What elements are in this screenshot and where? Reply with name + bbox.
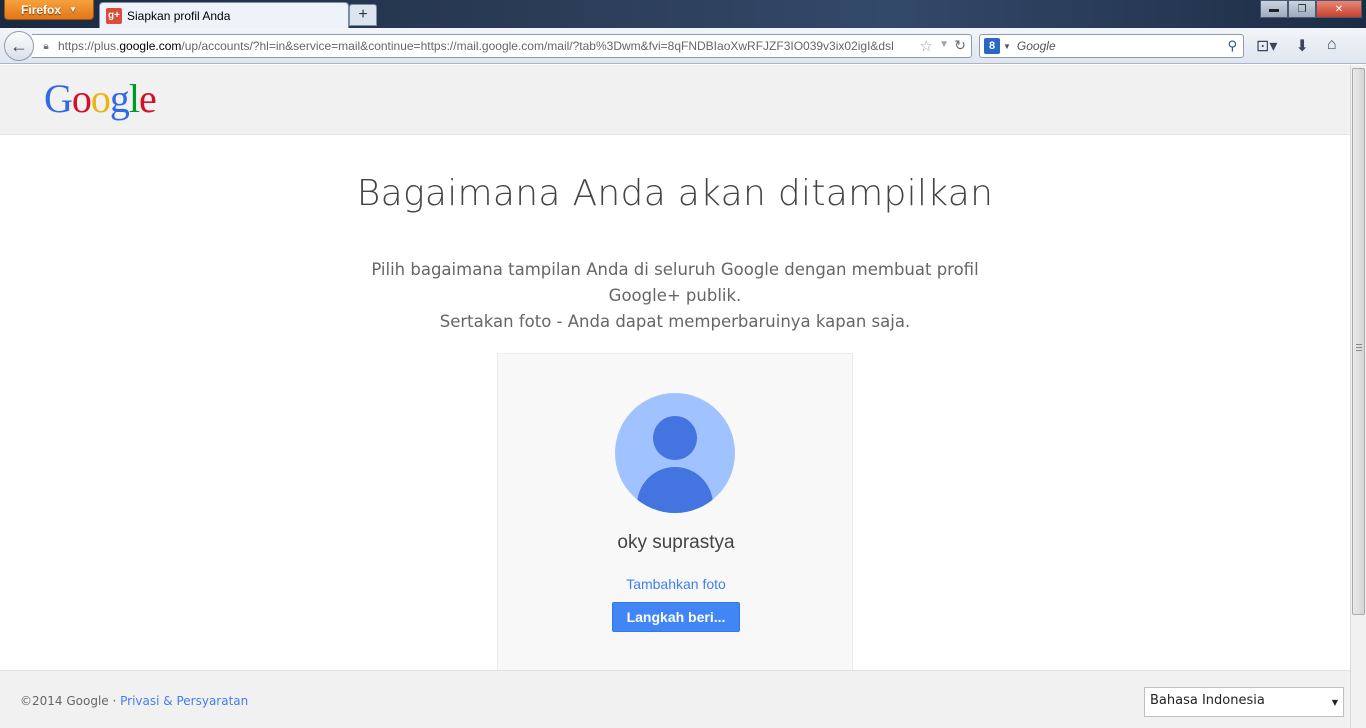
tab-active[interactable]: g+ Siapkan profil Anda [99,2,349,28]
vertical-scrollbar[interactable] [1350,65,1366,728]
restore-button[interactable]: ❐ [1288,0,1316,18]
search-placeholder: Google [1016,39,1056,53]
footer-copyright: ©2014 Google · Privasi & Persyaratan [20,694,248,708]
page-footer: ©2014 Google · Privasi & Persyaratan Bah… [0,670,1350,728]
language-select-value: Bahasa Indonesia [1150,693,1265,708]
profile-name: oky suprastya [617,532,735,553]
firefox-menu-label: Firefox [21,2,62,17]
description-line: Sertakan foto - Anda dapat memperbaruiny… [439,312,911,331]
url-prefix: https://plus. [58,39,120,53]
avatar[interactable] [615,393,735,513]
page-content: Google Bagaimana Anda akan ditampilkan P… [0,65,1350,728]
tab-title: Siapkan profil Anda [127,8,231,23]
chevron-down-icon: ▼ [69,5,77,14]
google-logo[interactable]: Google [44,75,157,122]
new-tab-button[interactable]: + [349,4,377,26]
logo-letter: o [71,76,92,121]
title-bar: Firefox ▼ g+ Siapkan profil Anda + ▬ ❐ ✕ [0,0,1366,28]
bookmarks-menu-icon[interactable]: ⊡▾ [1256,36,1277,56]
google-plus-icon: g+ [106,7,122,24]
avatar-body-shape [637,467,713,513]
back-arrow-icon: ← [10,35,28,56]
page-title: Bagaimana Anda akan ditampilkan [356,173,994,214]
minimize-button[interactable]: ▬ [1260,0,1288,18]
url-path: /up/accounts/?hl=in&service=mail&continu… [181,39,894,53]
description-line: Google+ publik. [608,286,742,305]
lock-icon: 🔒︎ [43,40,49,52]
toolbar-icons: ⊡▾ ⬇ ⌂ [1256,36,1337,56]
avatar-head-shape [653,416,697,460]
close-button[interactable]: ✕ [1316,0,1362,18]
search-engine-dropdown-icon[interactable]: ▼ [1003,42,1011,51]
search-bar[interactable]: 8 ▼ Google ⚲ [979,34,1244,58]
language-select[interactable]: Bahasa Indonesia ▼ [1144,687,1344,717]
navigation-toolbar: 🔒︎ https://plus.google.com/up/accounts/?… [0,28,1366,64]
next-step-button[interactable]: Langkah beri... [612,602,740,632]
window-controls: ▬ ❐ ✕ [1260,0,1362,18]
url-bar[interactable]: 🔒︎ https://plus.google.com/up/accounts/?… [32,34,972,58]
logo-letter: e [139,76,157,121]
url-domain: google.com [119,39,182,53]
privacy-terms-link[interactable]: Privasi & Persyaratan [120,694,248,708]
logo-letter: g [109,76,130,121]
firefox-menu-button[interactable]: Firefox ▼ [4,0,94,20]
description-line: Pilih bagaimana tampilan Anda di seluruh… [371,260,979,279]
home-icon[interactable]: ⌂ [1327,36,1337,56]
reload-icon[interactable]: ↻ [954,37,966,54]
profile-card: oky suprastya Tambahkan foto Langkah ber… [497,353,853,683]
add-photo-link[interactable]: Tambahkan foto [498,576,854,592]
search-engine-icon[interactable]: 8 [984,38,1000,54]
logo-letter: G [44,76,73,121]
scrollbar-grip-icon [1356,344,1362,351]
url-history-dropdown-icon[interactable]: ▼ [939,39,949,50]
url-text[interactable]: https://plus.google.com/up/accounts/?hl=… [58,39,908,53]
scrollbar-thumb[interactable] [1352,68,1365,615]
search-icon[interactable]: ⚲ [1227,38,1237,54]
logo-letter: o [90,76,111,121]
logo-letter: l [128,76,140,121]
back-button[interactable]: ← [4,31,34,61]
page-description: Pilih bagaimana tampilan Anda di seluruh… [0,257,1350,335]
copyright-text: ©2014 Google · [20,694,117,708]
downloads-icon[interactable]: ⬇ [1295,36,1308,56]
bookmark-star-icon[interactable]: ☆ [920,37,933,55]
chevron-down-icon: ▼ [1331,698,1338,707]
page-header: Google [0,65,1350,135]
